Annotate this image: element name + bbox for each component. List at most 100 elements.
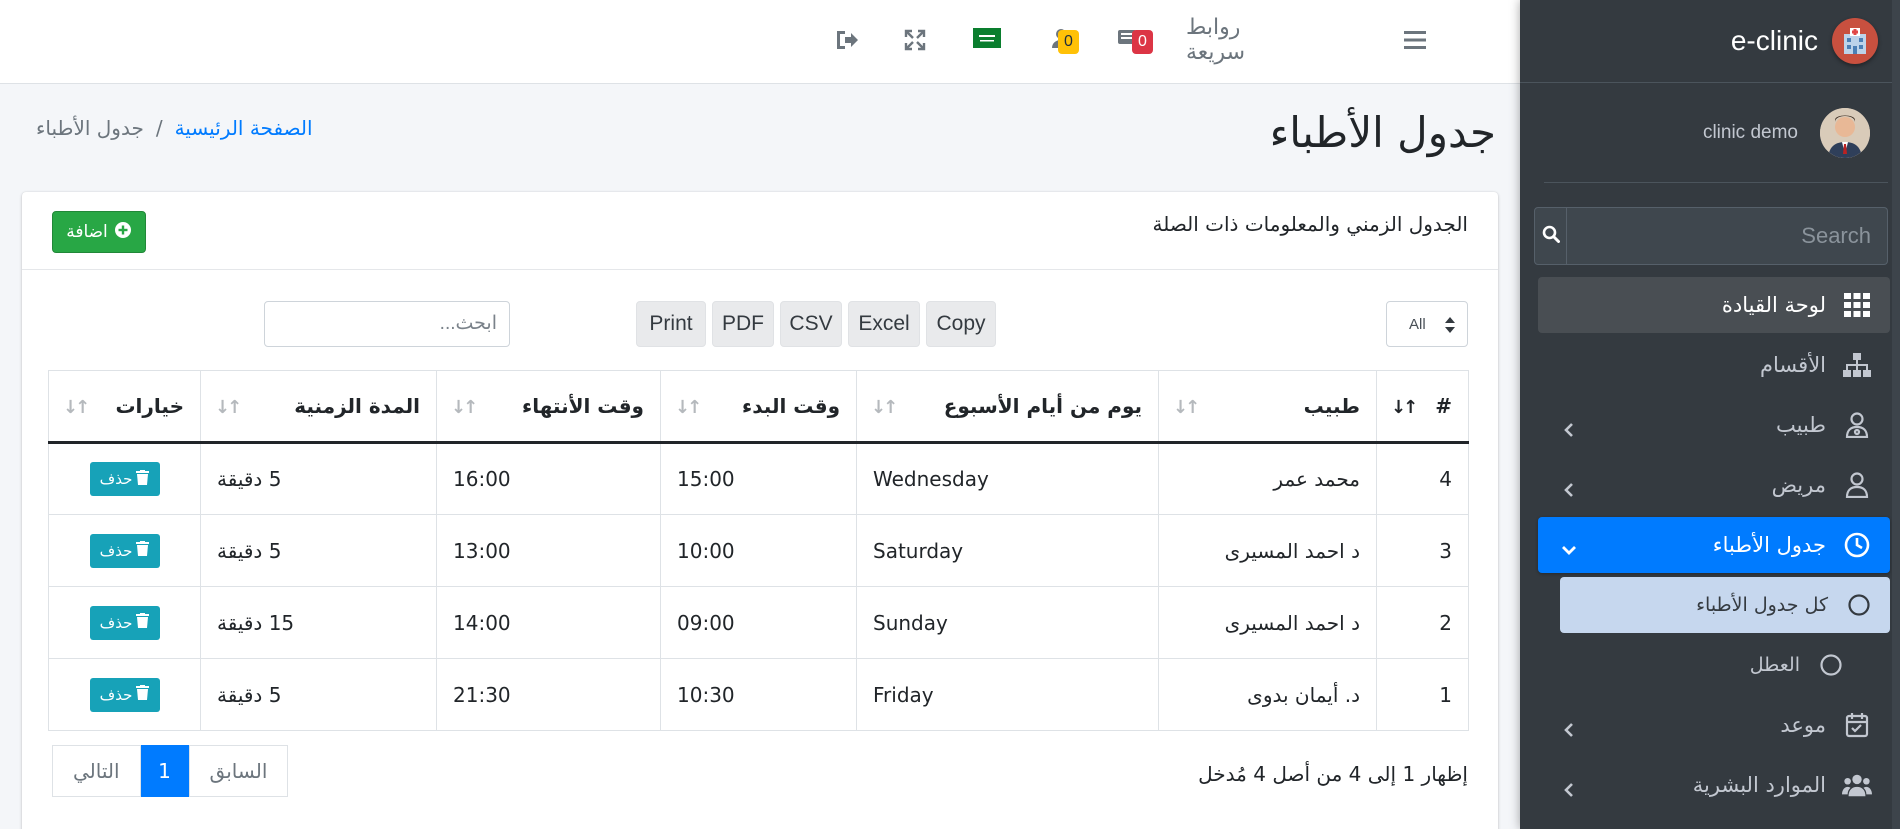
quick-links-menu[interactable]: روابط سريعة xyxy=(1186,15,1306,65)
logout-icon[interactable] xyxy=(832,22,862,58)
sidebar-search-button[interactable] xyxy=(1534,207,1567,265)
cell-options: حذف xyxy=(48,514,201,587)
cell-duration: 15 دقيقة xyxy=(200,586,437,659)
column-header-weekday[interactable]: يوم من أيام الأسبوع ↑↓ xyxy=(856,370,1159,444)
sidebar-scrollbar[interactable] xyxy=(1892,0,1900,829)
cell-weekday: Sunday xyxy=(856,586,1159,659)
cell-id: 2 xyxy=(1376,586,1469,659)
table-controls: All Copy Excel CSV PDF Print xyxy=(22,301,1498,347)
sidebar-item-label: لوحة القيادة xyxy=(1721,293,1826,317)
cell-options: حذف xyxy=(48,442,201,515)
cell-id: 4 xyxy=(1376,442,1469,515)
column-header-duration[interactable]: المدة الزمنية ↑↓ xyxy=(200,370,437,444)
schedule-table: # ↑↓ طبيب ↑↓ يوم من أيام الأسبوع ↑↓ وقت الب… xyxy=(48,370,1469,731)
schedule-table-wrapper: # ↑↓ طبيب ↑↓ يوم من أيام الأسبوع ↑↓ وقت الب… xyxy=(48,370,1469,731)
user-panel[interactable]: clinic demo xyxy=(1544,83,1888,183)
breadcrumb-separator: / xyxy=(155,116,163,140)
table-search-input[interactable] xyxy=(264,301,510,347)
cell-start-time: 15:00 xyxy=(660,442,857,515)
cell-weekday: Saturday xyxy=(856,514,1159,587)
column-header-start-time[interactable]: وقت البدء ↑↓ xyxy=(660,370,857,444)
chevron-left-icon xyxy=(1562,478,1576,497)
add-button-label: اضافة xyxy=(66,222,108,242)
sidebar-item-all-schedules[interactable]: كل جدول الأطباء xyxy=(1560,577,1890,633)
trash-icon xyxy=(136,469,150,489)
breadcrumb-home-link[interactable]: الصفحة الرئيسية xyxy=(175,116,313,140)
table-row: 3 د احمد المسيرى Saturday 10:00 13:00 5 … xyxy=(48,514,1469,587)
user-name: clinic demo xyxy=(1702,121,1798,143)
circle-icon xyxy=(1844,590,1874,620)
cell-duration: 5 دقيقة xyxy=(200,442,437,515)
trash-icon xyxy=(136,685,150,704)
hospital-logo-icon xyxy=(1832,18,1878,64)
sidebar-search-input[interactable] xyxy=(1567,207,1888,265)
sort-icon: ↑↓ xyxy=(451,397,478,418)
avatar xyxy=(1820,107,1870,158)
pagination-previous[interactable]: السابق xyxy=(188,745,289,797)
hamburger-menu-icon[interactable] xyxy=(1398,22,1434,58)
cell-doctor: محمد عمر xyxy=(1158,442,1377,515)
sidebar-item-departments[interactable]: الأقسام xyxy=(1538,337,1890,393)
cell-doctor: د. أيمان بدوى xyxy=(1158,658,1377,731)
sidebar-item-label: طبيب xyxy=(1775,413,1826,437)
page-length-select[interactable]: All xyxy=(1386,301,1468,347)
sort-icon: ↑↓ xyxy=(675,397,702,418)
cell-options: حذف xyxy=(48,586,201,659)
export-copy-button[interactable]: Copy xyxy=(926,301,996,347)
search-icon xyxy=(1542,225,1560,247)
cell-end-time: 16:00 xyxy=(436,442,661,515)
sidebar-search xyxy=(1534,207,1888,265)
language-switch[interactable] xyxy=(972,22,1002,58)
sidebar-item-label: كل جدول الأطباء xyxy=(1696,594,1828,616)
column-header-options[interactable]: خيارات ↑↓ xyxy=(48,370,201,444)
sort-icon: ↑↓ xyxy=(215,397,242,418)
delete-button[interactable]: حذف xyxy=(89,677,160,712)
sidebar-item-human-resources[interactable]: الموارد البشرية xyxy=(1538,757,1890,813)
export-csv-button[interactable]: CSV xyxy=(780,301,842,347)
schedule-card: الجدول الزمني والمعلومات ذات الصلة اضافة… xyxy=(22,192,1498,829)
pagination-page-1[interactable]: 1 xyxy=(140,745,189,797)
breadcrumb: الصفحة الرئيسية / جدول الأطباء xyxy=(36,116,313,140)
sitemap-icon xyxy=(1842,350,1872,380)
delete-button[interactable]: حذف xyxy=(89,605,160,640)
delete-button[interactable]: حذف xyxy=(89,533,160,568)
column-header-end-time[interactable]: وقت الأنتهاء ↑↓ xyxy=(436,370,661,444)
sort-desc-icon: ↑↓ xyxy=(1391,397,1418,418)
page-length-value: All xyxy=(1409,315,1426,333)
sort-icon: ↑↓ xyxy=(871,397,898,418)
cell-duration: 5 دقيقة xyxy=(200,658,437,731)
plus-circle-icon xyxy=(114,221,132,244)
messages-button[interactable]: 0 xyxy=(1110,22,1153,58)
sidebar-item-appointment[interactable]: موعد xyxy=(1538,697,1890,753)
cell-end-time: 21:30 xyxy=(436,658,661,731)
brand-link[interactable]: e-clinic xyxy=(1520,0,1900,83)
sidebar-item-label: الأقسام xyxy=(1760,353,1826,377)
pagination-next[interactable]: التالي xyxy=(52,745,141,797)
add-button[interactable]: اضافة xyxy=(52,211,146,253)
sidebar-item-doctor[interactable]: طبيب xyxy=(1538,397,1890,453)
sidebar-item-doctor-schedule[interactable]: جدول الأطباء xyxy=(1538,517,1890,573)
main-sidebar: e-clinic clinic demo لوحة القيادة الأقسا… xyxy=(1520,0,1900,829)
export-pdf-button[interactable]: PDF xyxy=(712,301,774,347)
export-excel-button[interactable]: Excel xyxy=(848,301,920,347)
sidebar-item-label: جدول الأطباء xyxy=(1712,533,1826,557)
users-count-badge: 0 xyxy=(1058,30,1079,54)
trash-icon xyxy=(136,613,150,632)
chevron-down-icon xyxy=(1562,538,1576,555)
column-header-id[interactable]: # ↑↓ xyxy=(1376,370,1469,444)
user-requests-button[interactable]: 0 xyxy=(1044,22,1084,58)
column-header-doctor[interactable]: طبيب ↑↓ xyxy=(1158,370,1377,444)
delete-button[interactable]: حذف xyxy=(89,462,160,496)
table-row: 4 محمد عمر Wednesday 15:00 16:00 5 دقيقة… xyxy=(48,442,1469,515)
page-title: جدول الأطباء xyxy=(1269,108,1496,157)
sidebar-item-patient[interactable]: مريض xyxy=(1538,457,1890,513)
saudi-flag-icon xyxy=(973,28,1001,52)
calendar-check-icon xyxy=(1842,710,1872,740)
sidebar-item-dashboard[interactable]: لوحة القيادة xyxy=(1538,277,1890,333)
fullscreen-icon[interactable] xyxy=(900,22,930,58)
messages-count-badge: 0 xyxy=(1132,30,1153,54)
export-print-button[interactable]: Print xyxy=(636,301,706,347)
sidebar-item-holidays[interactable]: العطل xyxy=(1538,637,1864,693)
chevron-left-icon xyxy=(1562,418,1576,437)
cell-end-time: 14:00 xyxy=(436,586,661,659)
